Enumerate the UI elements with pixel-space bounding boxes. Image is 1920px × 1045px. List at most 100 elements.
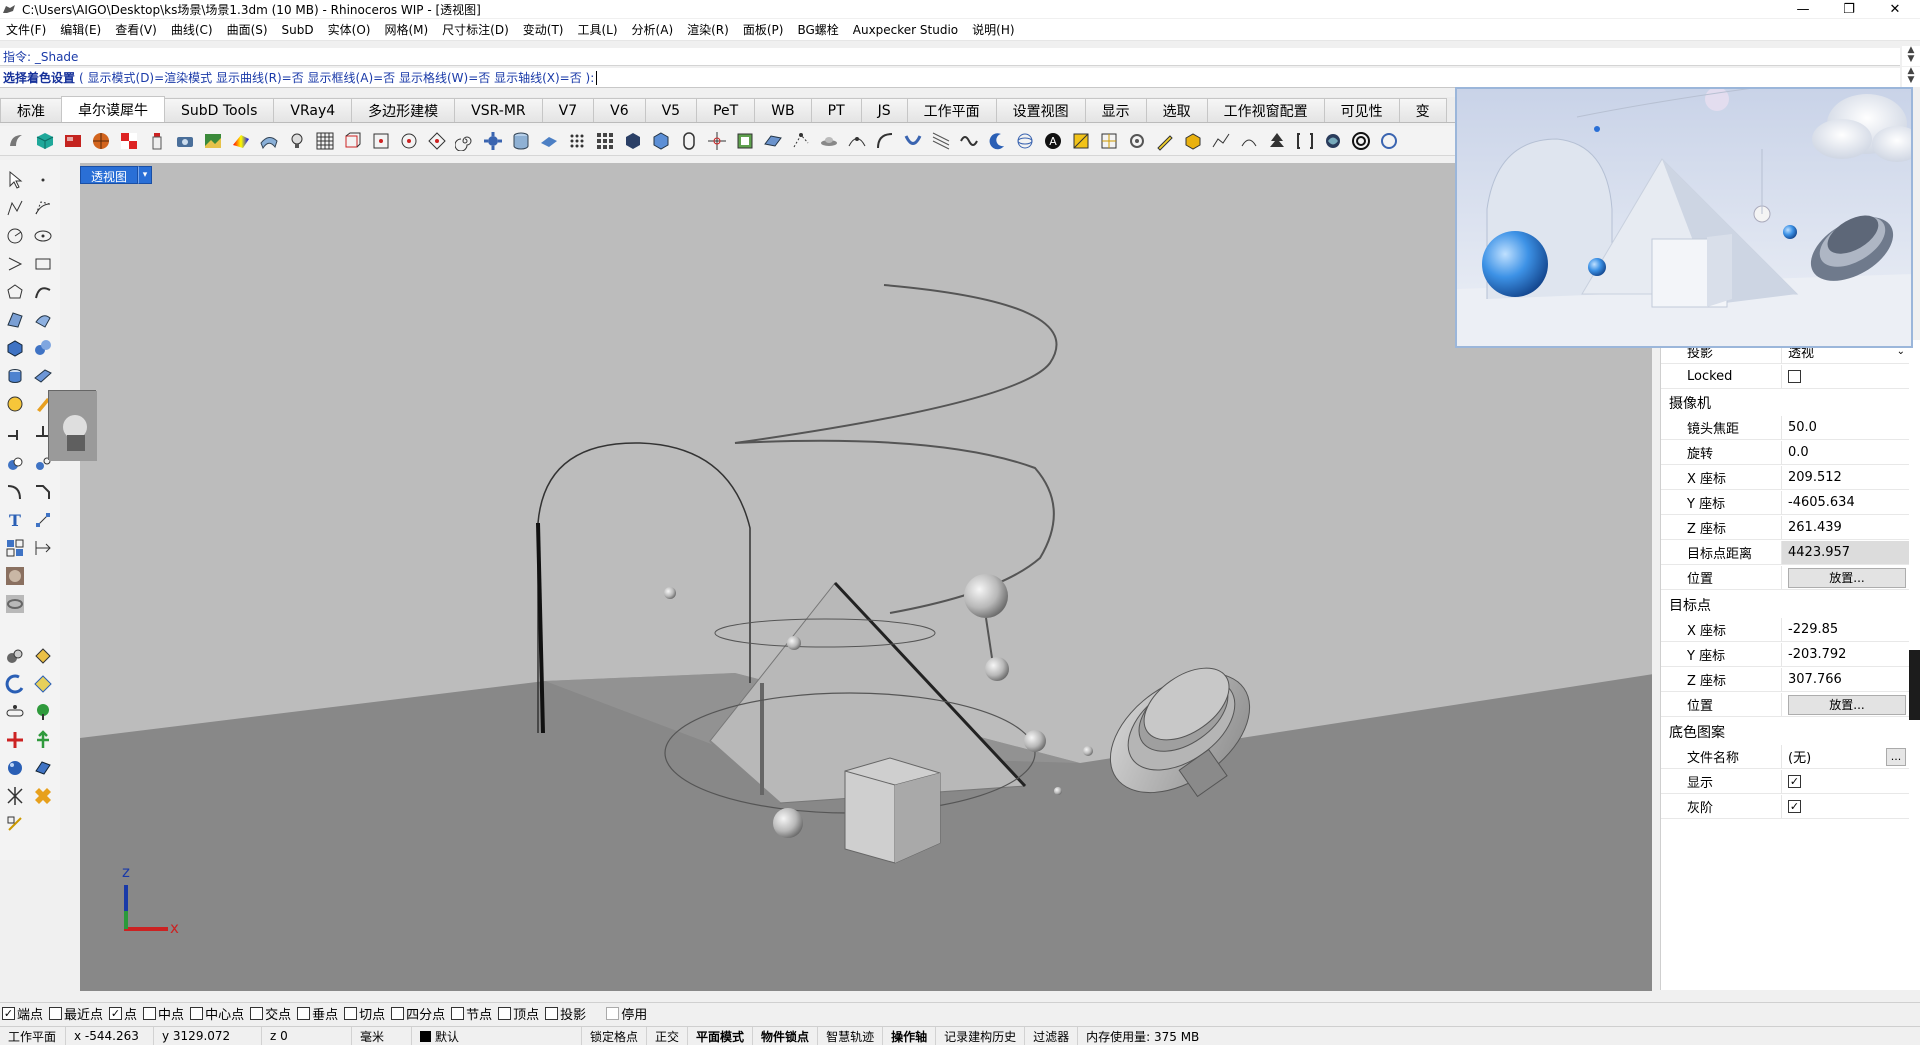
perspective-viewport[interactable]: z x xyxy=(80,163,1652,991)
status-grid-snap[interactable]: 锁定格点 xyxy=(582,1027,648,1045)
menu-dimension[interactable]: 尺寸标注(D) xyxy=(442,21,509,38)
orange-pattern-icon[interactable] xyxy=(30,784,56,808)
show-checkbox[interactable]: ✓ xyxy=(1788,775,1801,788)
status-ortho[interactable]: 正交 xyxy=(647,1027,689,1045)
osnap-vertex[interactable]: 顶点 xyxy=(498,1004,539,1023)
status-gumball[interactable]: 操作轴 xyxy=(883,1027,937,1045)
menu-mesh[interactable]: 网格(M) xyxy=(384,21,428,38)
status-planar[interactable]: 平面模式 xyxy=(688,1027,754,1045)
osnap-point-checkbox[interactable]: ✓ xyxy=(109,1007,123,1020)
render-sphere-icon[interactable] xyxy=(2,756,28,780)
scatter-points-icon[interactable] xyxy=(788,128,813,153)
conveyor-icon[interactable] xyxy=(2,700,28,724)
tab-standard[interactable]: 标准 xyxy=(0,98,62,122)
fillet-icon[interactable] xyxy=(2,480,28,504)
yellow-box-icon[interactable] xyxy=(1180,128,1205,153)
pipe-icon[interactable] xyxy=(900,128,925,153)
render-preview-window[interactable] xyxy=(1455,87,1913,348)
menu-auxpecker[interactable]: Auxpecker Studio xyxy=(853,23,958,37)
green-tree-icon[interactable] xyxy=(30,700,56,724)
osnap-tangent[interactable]: 切点 xyxy=(344,1004,385,1023)
tab-cplane[interactable]: 工作平面 xyxy=(906,98,997,122)
menu-edit[interactable]: 编辑(E) xyxy=(60,21,101,38)
menu-curve[interactable]: 曲线(C) xyxy=(171,21,213,38)
frame-select-icon[interactable] xyxy=(732,128,757,153)
yellow-pen-icon[interactable] xyxy=(1152,128,1177,153)
slab-icon[interactable] xyxy=(760,128,785,153)
polyline-icon[interactable] xyxy=(1208,128,1233,153)
menu-bg-bolt[interactable]: BG螺栓 xyxy=(797,21,838,38)
target-x-field[interactable]: -229.85 xyxy=(1781,618,1909,641)
texture-image-icon[interactable] xyxy=(200,128,225,153)
gumball-icon[interactable] xyxy=(2,812,28,836)
osnap-point[interactable]: ✓ 点 xyxy=(109,1004,137,1023)
tab-display[interactable]: 显示 xyxy=(1084,98,1147,122)
point-icon[interactable] xyxy=(30,168,56,192)
diamond-solid-icon[interactable] xyxy=(30,644,56,668)
green-move-icon[interactable] xyxy=(30,728,56,752)
mesh-sphere-icon[interactable] xyxy=(2,392,28,416)
render-camera-icon[interactable] xyxy=(172,128,197,153)
tab-polygon-modeling[interactable]: 多边形建模 xyxy=(351,98,456,122)
thread-icon[interactable] xyxy=(928,128,953,153)
tab-v7[interactable]: V7 xyxy=(541,98,595,122)
osnap-mid-checkbox[interactable] xyxy=(143,1007,157,1020)
tab-wb[interactable]: WB xyxy=(754,98,812,122)
menu-render[interactable]: 渲染(R) xyxy=(687,21,729,38)
array-grid-icon[interactable] xyxy=(592,128,617,153)
command-line[interactable]: 选择着色设置 ( 显示模式(D)=渲染模式 显示曲线(R)=否 显示框线(A)=… xyxy=(0,68,1900,88)
ufo-icon[interactable] xyxy=(816,128,841,153)
osnap-knot-checkbox[interactable] xyxy=(451,1007,465,1020)
control-curve-icon[interactable] xyxy=(30,196,56,220)
tab-pet[interactable]: PeT xyxy=(696,98,756,122)
target-place-button[interactable]: 放置... xyxy=(1788,694,1906,715)
circle-point-icon[interactable] xyxy=(396,128,421,153)
osnap-near-checkbox[interactable] xyxy=(49,1007,63,1020)
tab-v5[interactable]: V5 xyxy=(644,98,698,122)
status-record-history[interactable]: 记录建构历史 xyxy=(936,1027,1026,1045)
layout-grid-icon[interactable] xyxy=(2,536,28,560)
letter-a-icon[interactable]: A xyxy=(1040,128,1065,153)
explode-icon[interactable] xyxy=(2,784,28,808)
blend-tool-icon[interactable] xyxy=(2,644,28,668)
tab-vsr-mr[interactable]: VSR-MR xyxy=(454,98,543,122)
box-frame-icon[interactable] xyxy=(340,128,365,153)
status-smarttrack[interactable]: 智慧轨迹 xyxy=(818,1027,884,1045)
knot-icon[interactable] xyxy=(1320,128,1345,153)
ring-icon[interactable] xyxy=(1376,128,1401,153)
red-move-icon[interactable] xyxy=(2,728,28,752)
osnap-tangent-checkbox[interactable] xyxy=(344,1007,358,1020)
osnap-perpendicular-checkbox[interactable] xyxy=(297,1007,311,1020)
gear-icon[interactable] xyxy=(480,128,505,153)
moon-icon[interactable] xyxy=(984,128,1009,153)
polyline-tool-icon[interactable] xyxy=(2,196,28,220)
close-button[interactable]: ✕ xyxy=(1872,0,1918,18)
text-tool-icon[interactable]: T xyxy=(2,508,28,532)
arc-icon[interactable] xyxy=(1236,128,1261,153)
crosshair-icon[interactable] xyxy=(704,128,729,153)
render-plane-icon[interactable] xyxy=(30,756,56,780)
menu-solid[interactable]: 实体(O) xyxy=(328,21,371,38)
extend-tool-icon[interactable] xyxy=(2,420,28,444)
osnap-mid[interactable]: 中点 xyxy=(143,1004,184,1023)
focal-length-field[interactable]: 50.0 xyxy=(1781,416,1909,439)
tab-viewport-layout[interactable]: 工作视窗配置 xyxy=(1206,98,1325,122)
osnap-vertex-checkbox[interactable] xyxy=(498,1007,512,1020)
material-thumb-icon[interactable] xyxy=(2,564,28,588)
rainbow-surface-icon[interactable] xyxy=(228,128,253,153)
measure-icon[interactable] xyxy=(30,536,56,560)
status-filter[interactable]: 过滤器 xyxy=(1025,1027,1079,1045)
curve-points-icon[interactable] xyxy=(844,128,869,153)
dimension-icon[interactable] xyxy=(30,508,56,532)
surface-edge-icon[interactable] xyxy=(30,308,56,332)
browse-file-button[interactable]: ... xyxy=(1886,747,1906,766)
cylinder-icon[interactable] xyxy=(508,128,533,153)
menu-tools[interactable]: 工具(L) xyxy=(577,21,617,38)
wave-icon[interactable] xyxy=(956,128,981,153)
menu-panels[interactable]: 面板(P) xyxy=(743,21,784,38)
spheres-icon[interactable] xyxy=(30,336,56,360)
osnap-intersection[interactable]: 交点 xyxy=(250,1004,291,1023)
square-point-icon[interactable] xyxy=(368,128,393,153)
camera-place-button[interactable]: 放置... xyxy=(1788,567,1906,588)
tab-js[interactable]: JS xyxy=(860,98,908,122)
